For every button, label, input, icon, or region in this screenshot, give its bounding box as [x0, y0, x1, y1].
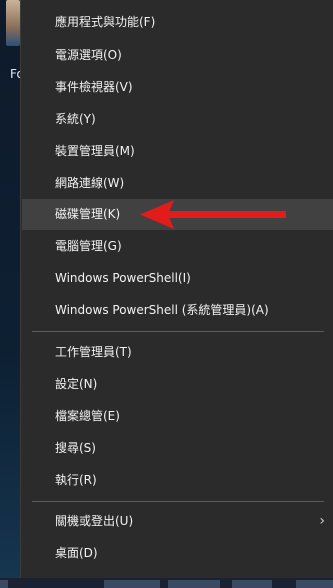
menu-item-label: 磁碟管理(K) — [55, 207, 121, 221]
menu-item-label: 事件檢視器(V) — [55, 80, 133, 94]
menu-item-power-options[interactable]: 電源選項(O) — [22, 40, 333, 71]
menu-item-settings[interactable]: 設定(N) — [22, 369, 333, 400]
taskbar-item[interactable] — [296, 580, 333, 588]
menu-item-label: 檔案總管(E) — [55, 409, 120, 423]
menu-item-label: Windows PowerShell (系統管理員)(A) — [55, 303, 269, 317]
menu-item-powershell-admin[interactable]: Windows PowerShell (系統管理員)(A) — [22, 295, 333, 326]
menu-item-label: 系統(Y) — [55, 112, 96, 126]
annotation-arrow-shaft — [168, 211, 286, 218]
menu-item-label: 執行(R) — [55, 473, 97, 487]
menu-item-desktop[interactable]: 桌面(D) — [22, 538, 333, 569]
menu-item-apps-features[interactable]: 應用程式與功能(F) — [22, 7, 333, 38]
menu-item-label: 電腦管理(G) — [55, 239, 122, 253]
desktop-shortcut-icon[interactable] — [6, 0, 20, 46]
menu-separator — [32, 501, 324, 502]
taskbar-item[interactable] — [0, 580, 8, 588]
taskbar-item[interactable] — [104, 580, 160, 588]
menu-item-computer-management[interactable]: 電腦管理(G) — [22, 231, 333, 262]
menu-item-label: 應用程式與功能(F) — [55, 15, 156, 29]
menu-item-run[interactable]: 執行(R) — [22, 465, 333, 496]
menu-item-label: 搜尋(S) — [55, 441, 96, 455]
menu-item-label: 電源選項(O) — [55, 48, 122, 62]
menu-item-event-viewer[interactable]: 事件檢視器(V) — [22, 72, 333, 103]
menu-item-device-manager[interactable]: 裝置管理員(M) — [22, 136, 333, 167]
menu-item-label: Windows PowerShell(I) — [55, 271, 191, 285]
menu-item-task-manager[interactable]: 工作管理員(T) — [22, 337, 333, 368]
menu-item-network-connections[interactable]: 網路連線(W) — [22, 168, 333, 199]
taskbar — [0, 578, 333, 588]
menu-item-label: 桌面(D) — [55, 546, 98, 560]
menu-item-powershell[interactable]: Windows PowerShell(I) — [22, 263, 333, 294]
annotation-arrow-icon — [140, 200, 286, 229]
chevron-right-icon: › — [319, 513, 325, 529]
menu-separator — [32, 331, 324, 332]
menu-item-label: 設定(N) — [55, 377, 98, 391]
menu-item-shutdown-signout[interactable]: 關機或登出(U) › — [22, 506, 333, 537]
power-user-context-menu: 應用程式與功能(F) 電源選項(O) 事件檢視器(V) 系統(Y) 裝置管理員(… — [20, 0, 333, 578]
taskbar-item[interactable] — [168, 580, 220, 588]
menu-item-search[interactable]: 搜尋(S) — [22, 433, 333, 464]
menu-item-label: 網路連線(W) — [55, 176, 125, 190]
menu-item-label: 裝置管理員(M) — [55, 144, 135, 158]
menu-item-file-explorer[interactable]: 檔案總管(E) — [22, 401, 333, 432]
menu-item-label: 工作管理員(T) — [55, 345, 132, 359]
menu-item-label: 關機或登出(U) — [55, 514, 134, 528]
menu-item-system[interactable]: 系統(Y) — [22, 104, 333, 135]
taskbar-item[interactable] — [232, 580, 272, 588]
